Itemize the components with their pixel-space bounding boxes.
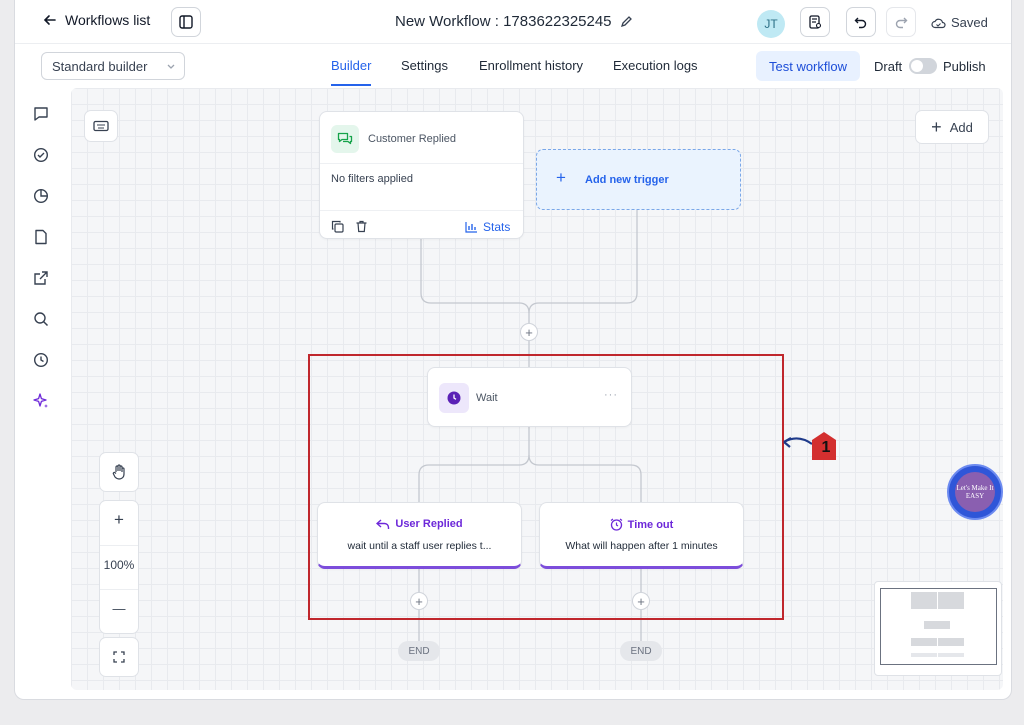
trigger-icon-box	[331, 125, 359, 153]
stats-label: Stats	[483, 220, 511, 234]
trigger-footer-divider	[320, 210, 523, 211]
builder-toolbar: Standard builder Builder Settings Enroll…	[15, 45, 1011, 87]
fullscreen-icon	[113, 651, 125, 663]
chevron-down-icon	[167, 64, 175, 69]
zoom-in-button[interactable]: +	[100, 510, 138, 530]
undo-button[interactable]	[846, 7, 876, 37]
workflow-title-text: New Workflow : 1783622325245	[395, 13, 612, 30]
minimap-node	[911, 592, 937, 609]
chat-bubbles-icon	[337, 132, 353, 145]
zoom-out-button[interactable]: —	[100, 601, 138, 616]
keyboard-shortcuts-button[interactable]	[84, 110, 118, 142]
tab-enrollment-history[interactable]: Enrollment history	[479, 58, 583, 73]
chat-icon[interactable]	[32, 105, 50, 123]
keyboard-icon	[93, 120, 109, 132]
pie-chart-icon[interactable]	[32, 187, 50, 205]
builder-type-select[interactable]: Standard builder	[41, 52, 185, 80]
zoom-divider	[100, 545, 138, 546]
redo-button[interactable]	[886, 7, 916, 37]
document-gear-icon	[809, 15, 822, 29]
trigger-name: Customer Replied	[368, 133, 457, 145]
redo-icon	[895, 17, 908, 29]
annotation-number: 1	[821, 439, 831, 456]
trash-icon[interactable]	[355, 220, 368, 233]
add-new-trigger-button[interactable]: + Add new trigger	[536, 149, 741, 210]
saved-label: Saved	[951, 15, 988, 30]
zoom-controls: + 100% —	[99, 500, 139, 634]
sparkle-icon[interactable]	[32, 392, 50, 410]
external-link-icon[interactable]	[32, 269, 50, 287]
zoom-level: 100%	[103, 558, 135, 572]
left-rail	[15, 88, 70, 699]
file-icon[interactable]	[32, 228, 50, 246]
cloud-check-icon	[931, 18, 946, 28]
add-step-button[interactable]: +	[520, 323, 538, 341]
plus-icon: +	[931, 117, 942, 137]
end-node: END	[398, 641, 440, 661]
publish-toggle[interactable]	[909, 58, 937, 74]
tab-builder[interactable]: Builder	[331, 58, 372, 86]
sidebar-panel-icon	[179, 15, 193, 29]
tab-execution-logs[interactable]: Execution logs	[613, 58, 698, 73]
builder-type-value: Standard builder	[52, 59, 148, 74]
back-label: Workflows list	[65, 12, 151, 28]
workflow-canvas[interactable]: + Add Customer Replied No filters applie…	[71, 88, 1003, 690]
minimap-node	[938, 638, 964, 646]
save-status: Saved	[931, 15, 988, 30]
draft-label: Draft	[874, 59, 903, 74]
copy-icon[interactable]	[331, 220, 344, 233]
app-window: Workflows list New Workflow : 1783622325…	[14, 0, 1012, 700]
undo-icon	[854, 17, 867, 29]
arrow-left-icon	[43, 15, 56, 25]
minimap[interactable]	[874, 581, 1002, 676]
publish-label: Publish	[943, 59, 986, 74]
check-circle-icon[interactable]	[32, 146, 50, 164]
plus-icon: +	[556, 168, 566, 187]
minimap-node	[938, 592, 964, 609]
document-settings-button[interactable]	[800, 7, 830, 37]
minimap-node	[924, 621, 950, 629]
bar-chart-icon	[465, 222, 477, 233]
highlight-annotation-box	[308, 354, 784, 620]
history-icon[interactable]	[32, 351, 50, 369]
avatar[interactable]: JT	[757, 10, 785, 38]
test-workflow-button[interactable]: Test workflow	[756, 51, 860, 81]
pan-tool-button[interactable]	[99, 452, 139, 492]
watermark-logo: Let's Make It EASY	[947, 464, 1003, 520]
watermark-text: Let's Make It EASY	[955, 472, 995, 512]
workflow-title[interactable]: New Workflow : 1783622325245	[395, 13, 633, 30]
fit-view-button[interactable]	[99, 637, 139, 677]
end-node: END	[620, 641, 662, 661]
add-label: Add	[949, 119, 973, 135]
pencil-icon[interactable]	[620, 15, 633, 28]
trigger-card[interactable]: Customer Replied No filters applied Stat…	[319, 111, 524, 239]
search-icon[interactable]	[32, 310, 50, 328]
add-new-trigger-label: Add new trigger	[585, 174, 669, 186]
trigger-divider	[320, 163, 523, 164]
top-bar: Workflows list New Workflow : 1783622325…	[15, 0, 1011, 44]
toggle-sidebar-button[interactable]	[171, 7, 201, 37]
minimap-node	[938, 653, 964, 657]
hand-icon	[112, 464, 125, 480]
add-node-button[interactable]: + Add	[915, 110, 989, 144]
minimap-node	[911, 653, 937, 657]
stats-button[interactable]: Stats	[465, 220, 510, 234]
zoom-divider	[100, 589, 138, 590]
minimap-node	[911, 638, 937, 646]
tab-settings[interactable]: Settings	[401, 58, 448, 73]
back-to-workflows-link[interactable]: Workflows list	[43, 12, 150, 28]
trigger-filters: No filters applied	[331, 173, 413, 185]
